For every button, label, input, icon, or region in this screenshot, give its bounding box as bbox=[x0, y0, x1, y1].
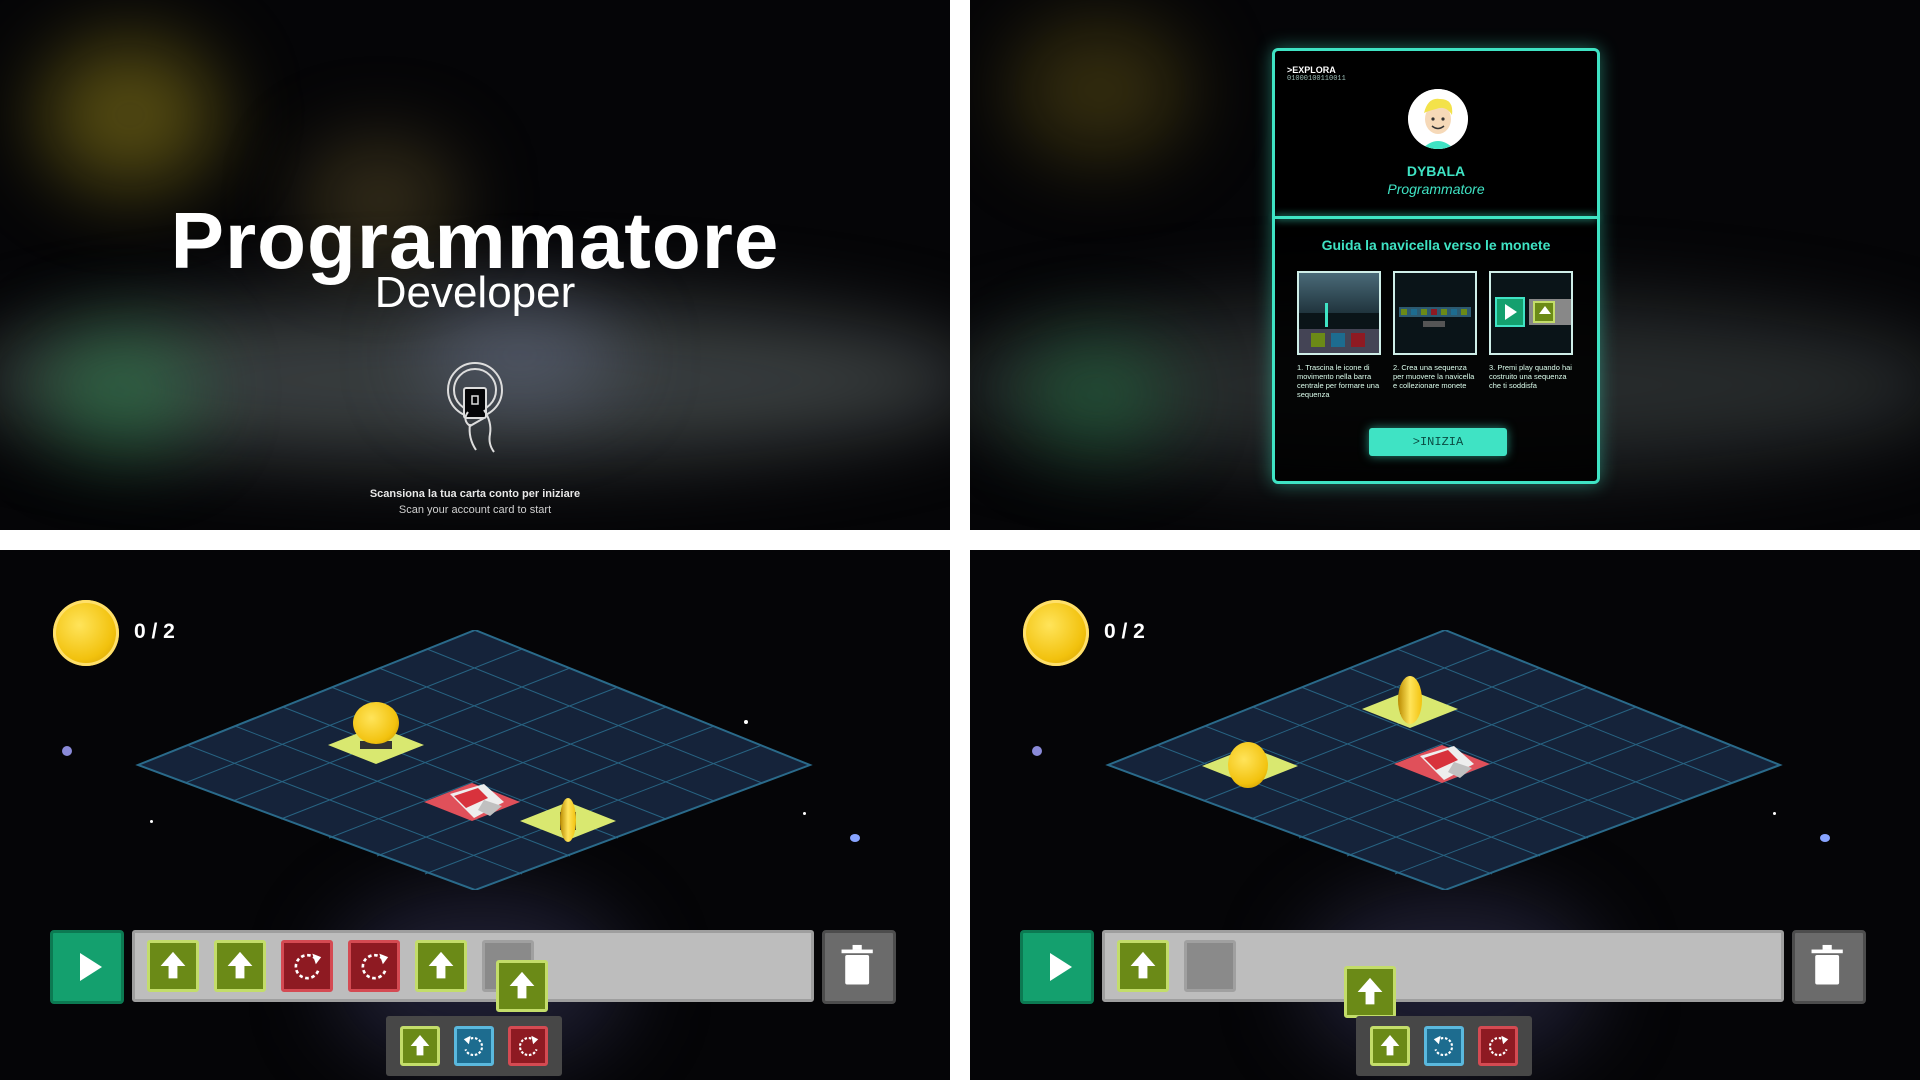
coin bbox=[1398, 676, 1422, 724]
scan-prompt-english: Scan your account card to start bbox=[398, 504, 552, 516]
bokeh-light bbox=[40, 330, 200, 450]
user-role: Programmatore bbox=[1387, 181, 1485, 197]
app-subtitle: Developer bbox=[374, 268, 576, 317]
profile-card: >EXPLORA 01000100110011 DYBALA Programma… bbox=[1272, 48, 1600, 484]
coin-counter-icon bbox=[53, 600, 119, 666]
trash-button[interactable] bbox=[1792, 930, 1866, 1004]
step-3-text: 3. Premi play quando hai costruito una s… bbox=[1489, 363, 1572, 390]
game-screen-level-2: 0 / 2 bbox=[970, 550, 1920, 1080]
palette-move-up[interactable] bbox=[400, 1026, 440, 1066]
step-1-thumbnail bbox=[1297, 271, 1381, 355]
intro-screen: Programmatore Developer Scansiona la tua… bbox=[0, 0, 950, 530]
coin-counter-icon bbox=[1023, 600, 1089, 666]
coin bbox=[353, 702, 399, 744]
bokeh-light bbox=[40, 40, 220, 190]
coin bbox=[560, 798, 576, 842]
instruction-step-2: 2. Crea una sequenza per muovere la navi… bbox=[1393, 271, 1477, 390]
star bbox=[62, 746, 72, 756]
start-button[interactable]: >INIZIA bbox=[1369, 428, 1507, 456]
brand-label: >EXPLORA bbox=[1287, 65, 1336, 75]
step-2-thumbnail bbox=[1393, 271, 1477, 355]
bokeh-light bbox=[1020, 340, 1170, 450]
dragging-move-up-tile[interactable] bbox=[496, 960, 548, 1012]
trash-icon bbox=[1811, 944, 1843, 985]
play-button[interactable] bbox=[50, 930, 124, 1004]
star bbox=[1032, 746, 1042, 756]
scan-prompt-italian: Scansiona la tua carta conto per iniziar… bbox=[369, 488, 581, 500]
rotate-clockwise-tile[interactable] bbox=[281, 940, 333, 992]
dragging-move-up-tile[interactable] bbox=[1344, 966, 1396, 1018]
game-board bbox=[135, 630, 813, 890]
move-up-tile[interactable] bbox=[1117, 940, 1169, 992]
instruction-step-3: 3. Premi play quando hai costruito una s… bbox=[1489, 271, 1573, 390]
trash-button[interactable] bbox=[822, 930, 896, 1004]
rotate-clockwise-tile[interactable] bbox=[348, 940, 400, 992]
empty-slot[interactable] bbox=[1184, 940, 1236, 992]
guide-title: Guida la navicella verso le monete bbox=[1321, 237, 1551, 253]
star bbox=[850, 834, 860, 842]
instruction-step-1: 1. Trascina le icone di movimento nella … bbox=[1297, 271, 1381, 399]
command-palette bbox=[1356, 1016, 1532, 1076]
move-up-tile[interactable] bbox=[147, 940, 199, 992]
avatar bbox=[1408, 89, 1468, 149]
palette-move-up[interactable] bbox=[1370, 1026, 1410, 1066]
trash-icon bbox=[841, 944, 873, 985]
spaceship bbox=[1420, 746, 1474, 780]
bokeh-light bbox=[1010, 20, 1190, 160]
command-palette bbox=[386, 1016, 562, 1076]
move-up-tile[interactable] bbox=[415, 940, 467, 992]
star bbox=[1820, 834, 1830, 842]
move-up-tile[interactable] bbox=[214, 940, 266, 992]
card-divider bbox=[1275, 216, 1597, 219]
palette-rotate-counterclockwise[interactable] bbox=[454, 1026, 494, 1066]
spaceship bbox=[450, 784, 504, 818]
play-button[interactable] bbox=[1020, 930, 1094, 1004]
step-1-text: 1. Trascina le icone di movimento nella … bbox=[1297, 363, 1380, 399]
palette-rotate-clockwise[interactable] bbox=[508, 1026, 548, 1066]
coin bbox=[1228, 742, 1268, 788]
step-2-text: 2. Crea una sequenza per muovere la navi… bbox=[1393, 363, 1475, 390]
palette-rotate-counterclockwise[interactable] bbox=[1424, 1026, 1464, 1066]
game-screen-level-1: 0 / 2 bbox=[0, 550, 950, 1080]
instructions-screen: >EXPLORA 01000100110011 DYBALA Programma… bbox=[970, 0, 1920, 530]
sequence-bar[interactable] bbox=[1102, 930, 1784, 1002]
card-scan-icon bbox=[447, 362, 503, 453]
user-name: DYBALA bbox=[1406, 163, 1466, 179]
palette-rotate-clockwise[interactable] bbox=[1478, 1026, 1518, 1066]
sequence-bar[interactable] bbox=[132, 930, 814, 1002]
step-3-thumbnail bbox=[1489, 271, 1573, 355]
card-code: 01000100110011 bbox=[1287, 75, 1346, 83]
